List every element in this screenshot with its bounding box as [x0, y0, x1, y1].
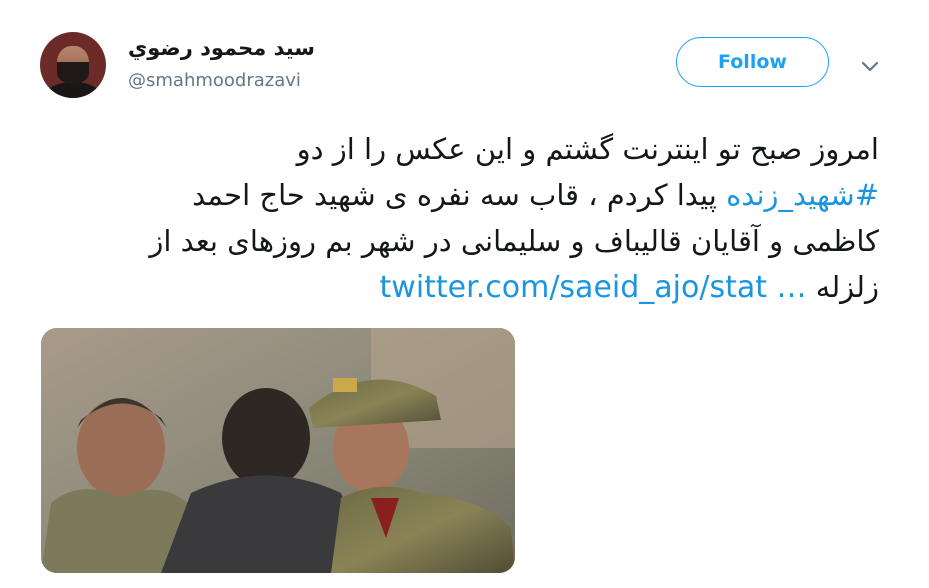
- tweet-line-1: امروز صبح تو اینترنت گشتم و این عکس را ا…: [296, 132, 879, 166]
- follow-button[interactable]: Follow: [676, 37, 829, 87]
- chevron-down-icon[interactable]: [858, 54, 882, 78]
- tweet-line-4: زلزله twitter.com/saeid_ajo/stat …: [34, 264, 879, 311]
- hashtag-link[interactable]: #شهید_زنده: [726, 178, 879, 212]
- tweet-photo[interactable]: [41, 328, 515, 573]
- tweet-line-2: #شهید_زنده پیدا کردم ، قاب سه نفره ی شهی…: [34, 172, 879, 218]
- tweet-card: سید محمود رضوي @smahmoodrazavi Follow ام…: [0, 0, 929, 588]
- author-display-name[interactable]: سید محمود رضوي: [128, 36, 315, 60]
- avatar-shirt: [44, 82, 102, 98]
- avatar[interactable]: [40, 32, 106, 98]
- author-handle[interactable]: @smahmoodrazavi: [128, 70, 301, 91]
- tweet-url-link[interactable]: twitter.com/saeid_ajo/stat …: [380, 270, 807, 305]
- tweet-line-3: کاظمی و آقایان قالیباف و سلیمانی در شهر …: [149, 224, 879, 258]
- avatar-beard: [57, 62, 89, 84]
- tweet-text: امروز صبح تو اینترنت گشتم و این عکس را ا…: [34, 126, 879, 311]
- tweet-line-2-text: پیدا کردم ، قاب سه نفره ی شهید حاج احمد: [192, 178, 727, 212]
- tweet-line-4-text: زلزله: [806, 270, 879, 304]
